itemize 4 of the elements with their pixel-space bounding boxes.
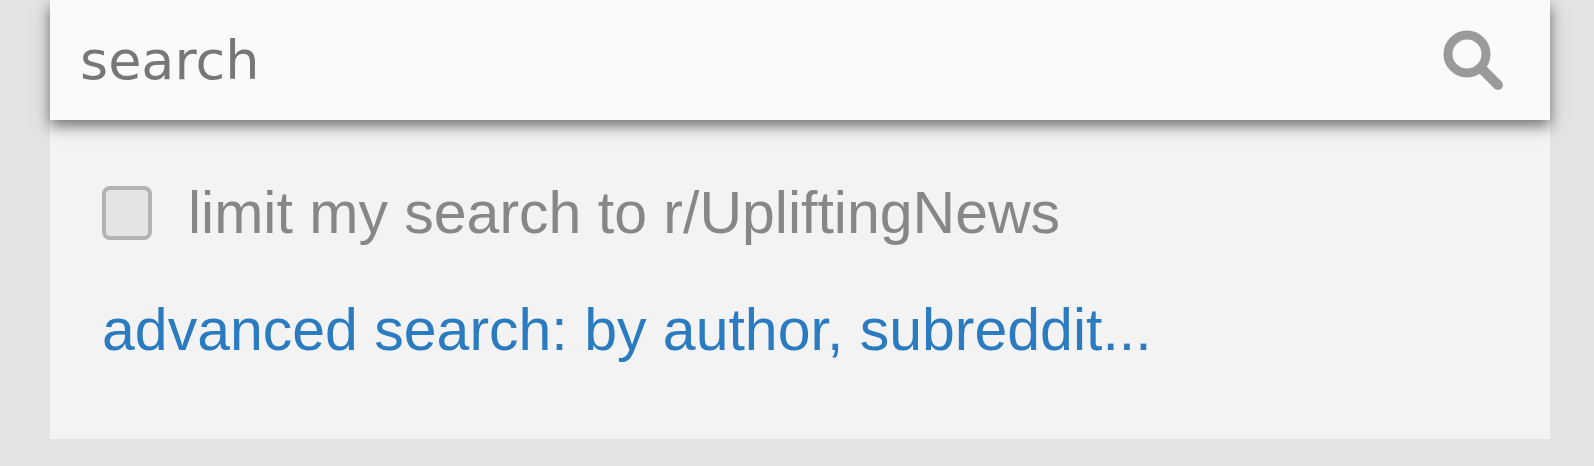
advanced-search-link[interactable]: advanced search: by author, subreddit...	[102, 296, 1550, 364]
checkbox-label: limit my search to r/UpliftingNews	[188, 179, 1061, 247]
search-field[interactable]: search	[50, 0, 1550, 120]
checkbox[interactable]	[102, 186, 152, 240]
